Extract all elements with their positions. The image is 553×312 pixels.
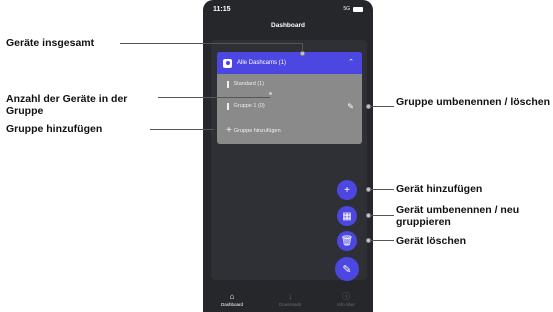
all-dashcams-row[interactable]: Alle Dashcams (1) ⌃ (217, 52, 362, 74)
status-time: 11:15 (213, 6, 231, 13)
nav-info[interactable]: ⓘ Info über (337, 292, 355, 308)
camera-icon (223, 58, 232, 68)
status-bar-right: 5G (343, 6, 363, 12)
leader-line (370, 240, 394, 241)
group-panel: Alle Dashcams (1) ⌃ Standard (1) Gruppe … (217, 52, 362, 144)
nav-label: Dashboard (220, 302, 243, 307)
label-add-group: Gruppe hinzufügen (6, 123, 103, 135)
nav-downloads[interactable]: ↓ Downloads (278, 292, 302, 308)
callout-dot (268, 91, 273, 96)
all-dashcams-label: Alle Dashcams (1) (237, 60, 287, 66)
leader-line (150, 129, 214, 130)
nav-label: Info über (337, 302, 355, 307)
nav-dashboard[interactable]: ⌂ Dashboard (220, 292, 243, 308)
add-group-button[interactable]: + Gruppe hinzufügen (226, 126, 281, 136)
leader-line (158, 97, 270, 98)
plus-icon: + (226, 125, 232, 136)
leader-line (302, 43, 303, 52)
group-item-standard[interactable]: Standard (1) (227, 76, 264, 92)
label-add-device: Gerät hinzufügen (396, 183, 483, 195)
edit-document-icon: ▦ (342, 210, 352, 222)
page-title: Dashboard (271, 22, 305, 29)
phone-screen: 11:15 5G Dashboard Alle Dashcams (1) ⌃ S… (203, 0, 373, 312)
home-icon: ⌂ (229, 292, 235, 301)
edit-group-icon[interactable]: ✎ (347, 102, 354, 111)
delete-device-button[interactable]: 🗑 (337, 231, 357, 251)
bottom-nav: ⌂ Dashboard ↓ Downloads ⓘ Info über (203, 288, 373, 312)
group-item-gruppe-1[interactable]: Gruppe 1 (0) (227, 98, 265, 114)
nav-label: Downloads (278, 302, 302, 307)
add-device-button[interactable]: + (337, 180, 357, 200)
label-devices-in-group: Anzahl der Geräte in der Gruppe (6, 93, 128, 117)
group-label: Gruppe 1 (0) (233, 103, 265, 109)
chevron-up-icon[interactable]: ⌃ (348, 58, 354, 66)
leader-line (370, 215, 394, 216)
leader-line (370, 106, 394, 107)
leader-line (370, 189, 394, 190)
group-bar-icon (227, 80, 229, 88)
add-group-label: Gruppe hinzufügen (233, 128, 281, 134)
download-icon: ↓ (288, 292, 293, 301)
label-delete-device: Gerät löschen (396, 235, 467, 247)
trash-icon: 🗑 (340, 235, 354, 247)
rename-device-button[interactable]: ▦ (337, 206, 357, 226)
label-rename-group: Gruppe umbenennen / löschen (396, 96, 551, 108)
leader-line (120, 43, 303, 44)
plus-icon: + (344, 184, 350, 196)
edit-mode-button[interactable]: ✎ (335, 257, 359, 281)
info-icon: ⓘ (342, 292, 351, 301)
group-label: Standard (1) (233, 81, 265, 87)
group-bar-icon (227, 102, 229, 110)
battery-icon (353, 6, 363, 12)
network-label: 5G (343, 6, 350, 12)
label-total-devices: Geräte insgesamt (6, 37, 95, 49)
pencil-icon: ✎ (342, 263, 352, 276)
label-rename-device: Gerät umbenennen / neu gruppieren (396, 204, 520, 228)
